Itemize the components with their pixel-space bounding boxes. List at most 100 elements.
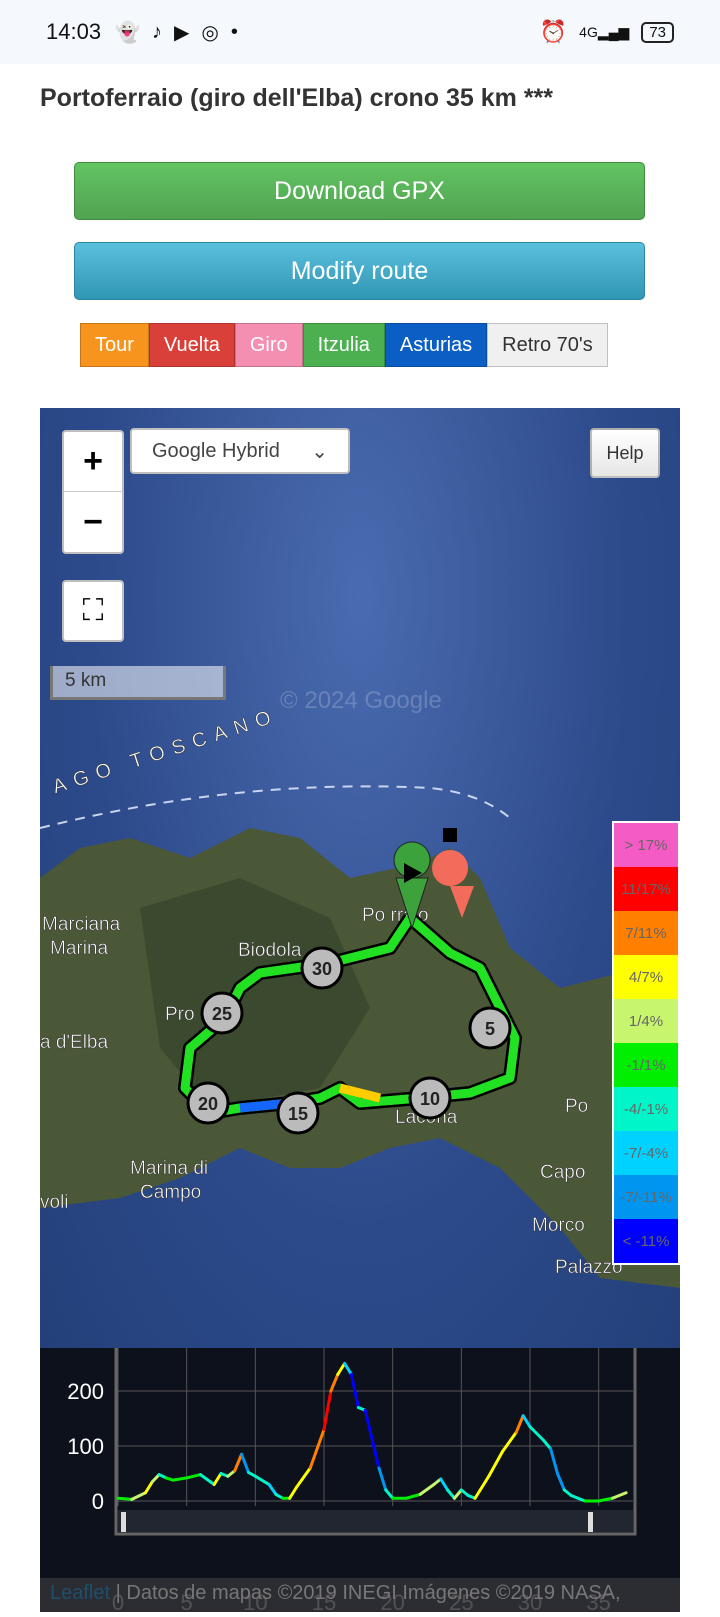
elevation-segment	[418, 1483, 436, 1496]
place-label: Campo	[140, 1182, 201, 1203]
elevation-segment	[446, 1488, 456, 1500]
y-tick-label: 0	[92, 1489, 104, 1514]
fullscreen-icon: ⛶	[82, 594, 104, 627]
svg-text:30: 30	[312, 959, 332, 979]
layer-select[interactable]: Google Hybrid ⌄	[130, 428, 350, 474]
elevation-segment	[377, 1466, 388, 1492]
km-marker[interactable]: 15	[276, 1091, 320, 1135]
dashed-boundary	[40, 785, 511, 829]
stop-icon	[443, 828, 457, 842]
elevation-segment	[452, 1488, 463, 1500]
km-marker[interactable]: 20	[186, 1081, 230, 1125]
km-marker[interactable]: 30	[300, 946, 344, 990]
youtube-icon: ▶	[173, 21, 190, 44]
y-tick-label: 200	[67, 1379, 104, 1404]
instagram-icon: ◎	[201, 21, 219, 44]
copyright-watermark: © 2024 Google	[280, 687, 442, 714]
elevation-segment	[473, 1474, 491, 1500]
range-slider	[118, 1510, 633, 1532]
km-marker[interactable]: 5	[468, 1006, 512, 1050]
status-bar: 14:03 👻 ♪ ▶ ◎ • ⏰ 4G▂▄▆ 73	[0, 0, 720, 64]
zoom-in-button[interactable]: +	[64, 432, 122, 492]
y-tick-label: 100	[67, 1434, 104, 1459]
layer-select-value: Google Hybrid	[152, 439, 280, 462]
place-label: Marina di	[130, 1158, 208, 1179]
clock: 14:03	[46, 19, 102, 44]
elevation-segment	[569, 1494, 587, 1503]
place-label: voli	[40, 1192, 69, 1213]
elevation-segment	[439, 1477, 450, 1492]
alarm-icon: ⏰	[539, 19, 568, 44]
place-label: Morco	[532, 1215, 585, 1236]
elevation-segment	[240, 1452, 250, 1474]
scale-bar: 5 km	[50, 666, 226, 700]
elevation-segment	[116, 1496, 134, 1501]
help-button[interactable]: Help	[590, 428, 660, 478]
elevation-segment	[288, 1485, 299, 1500]
elevation-segment	[130, 1491, 147, 1501]
place-label: Biodola	[238, 940, 302, 961]
elevation-segment	[528, 1425, 546, 1442]
legend-item: -4/-1%	[614, 1087, 678, 1131]
elevation-segment	[514, 1414, 525, 1434]
map[interactable]: AGO TOSCANO © 2024 Google Marciana Marin…	[40, 408, 680, 1348]
style-button-vuelta[interactable]: Vuelta	[148, 323, 235, 367]
style-button-giro[interactable]: Giro	[234, 323, 303, 367]
elevation-segment	[549, 1447, 559, 1475]
place-label: Capo	[540, 1162, 585, 1183]
legend-item: 4/7%	[614, 955, 678, 999]
attribution-text: | Datos de mapas ©2019 INEGI Imágenes ©2…	[110, 1582, 621, 1604]
tiktok-icon: ♪	[151, 20, 162, 43]
svg-text:25: 25	[212, 1004, 232, 1024]
plot-frame	[114, 1332, 637, 1536]
elevation-segment	[487, 1450, 505, 1478]
elevation-segment	[329, 1373, 340, 1393]
sea-label: AGO TOSCANO	[50, 704, 281, 798]
leaflet-link[interactable]: Leaflet	[50, 1582, 110, 1604]
elevation-chart[interactable]: 051015202530350100200300	[40, 1324, 680, 1615]
place-label: Pro	[165, 1004, 195, 1025]
elevation-segment	[404, 1492, 422, 1500]
elevation-profile[interactable]: 051015202530350100200300	[40, 1324, 680, 1615]
legend-item: 7/11%	[614, 911, 678, 955]
elevation-segment	[143, 1480, 154, 1495]
elevation-segment	[336, 1362, 347, 1376]
svg-text:5: 5	[485, 1019, 495, 1039]
svg-text:20: 20	[198, 1094, 218, 1114]
style-button-itzulia[interactable]: Itzulia	[302, 323, 385, 367]
elevation-segment	[384, 1488, 395, 1500]
place-label: a d'Elba	[40, 1032, 109, 1053]
style-button-asturias[interactable]: Asturias	[384, 323, 488, 367]
elevation-segment	[322, 1389, 333, 1431]
elevation-segment	[343, 1362, 353, 1376]
download-gpx-button[interactable]: Download GPX	[74, 162, 645, 220]
elevation-segment	[267, 1483, 278, 1496]
modify-route-button[interactable]: Modify route	[74, 242, 645, 300]
network-type: 4G	[579, 23, 598, 40]
km-marker[interactable]: 25	[200, 991, 244, 1035]
legend-item: -7/-4%	[614, 1131, 678, 1175]
map-layer: AGO TOSCANO © 2024 Google Marciana Marin…	[40, 687, 680, 1288]
elevation-segment	[363, 1408, 381, 1470]
gradient-legend: > 17% 11/17% 7/11% 4/7% 1/4% -1/1% -4/-1% -7/-4…	[612, 821, 680, 1265]
range-handle-right	[588, 1512, 593, 1532]
zoom-out-button[interactable]: −	[64, 492, 122, 552]
elevation-segment	[542, 1439, 553, 1451]
style-button-tour[interactable]: Tour	[80, 323, 149, 367]
signal-icon: 4G▂▄▆	[579, 23, 630, 40]
style-button-retro70s[interactable]: Retro 70's	[487, 323, 608, 367]
legend-item: 11/17%	[614, 867, 678, 911]
place-label: Po	[565, 1096, 588, 1117]
range-handle-left	[121, 1512, 126, 1532]
elevation-segment	[521, 1414, 532, 1429]
place-label: Marina	[50, 938, 109, 959]
km-marker[interactable]: 10	[408, 1076, 452, 1120]
svg-text:10: 10	[420, 1089, 440, 1109]
legend-item: -7/-11%	[614, 1175, 678, 1219]
elevation-segment	[198, 1473, 216, 1486]
svg-text:15: 15	[288, 1104, 308, 1124]
fullscreen-button[interactable]: ⛶	[62, 580, 124, 642]
legend-item: < -11%	[614, 1219, 678, 1263]
elevation-segment	[501, 1430, 518, 1453]
chevron-down-icon: ⌄	[311, 440, 328, 463]
